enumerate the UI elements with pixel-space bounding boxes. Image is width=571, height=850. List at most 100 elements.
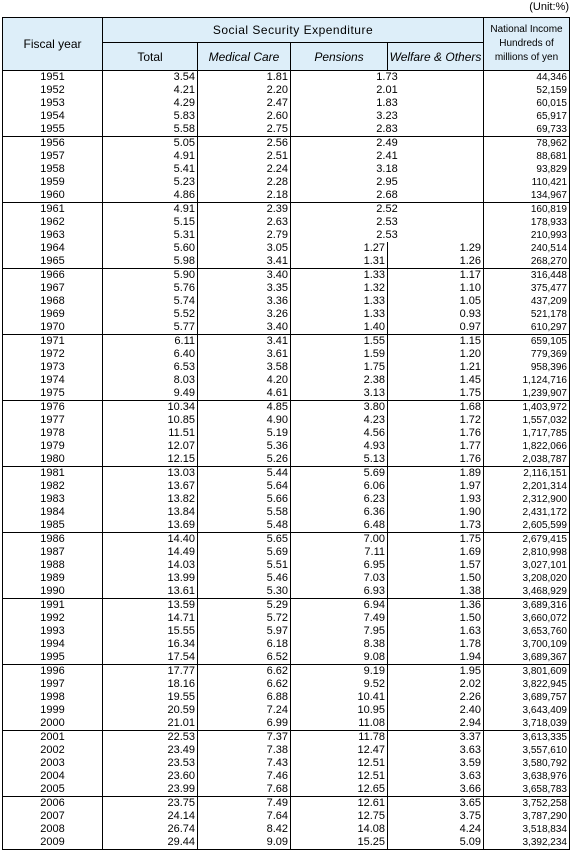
cell-medical-care: 7.68 <box>197 783 291 797</box>
cell-welfare-others: 1.50 <box>387 612 484 625</box>
cell-national-income: 1,717,785 <box>483 427 570 440</box>
cell-welfare-others: 1.90 <box>387 506 484 519</box>
cell-fiscal-year: 1973 <box>2 361 103 374</box>
cell-total: 4.29 <box>102 97 198 110</box>
cell-medical-care: 4.61 <box>197 387 291 401</box>
cell-medical-care: 3.40 <box>197 268 291 282</box>
cell-total: 5.90 <box>102 268 198 282</box>
cell-fiscal-year: 2000 <box>2 717 103 731</box>
cell-national-income: 2,038,787 <box>483 453 570 467</box>
table-row: 1990 13.61 5.30 6.93 1.38 3,468,929 <box>2 585 570 599</box>
cell-fiscal-year: 2006 <box>2 796 103 810</box>
cell-welfare-others: 3.63 <box>387 770 484 783</box>
cell-total: 24.14 <box>102 810 198 823</box>
cell-national-income: 2,312,900 <box>483 493 570 506</box>
cell-fiscal-year: 1976 <box>2 400 103 414</box>
cell-national-income: 1,239,907 <box>483 387 570 401</box>
cell-fiscal-year: 1969 <box>2 308 103 321</box>
cell-medical-care: 7.46 <box>197 770 291 783</box>
cell-total: 3.54 <box>102 70 198 84</box>
cell-pensions: 4.56 <box>290 427 388 440</box>
cell-welfare-others: 1.72 <box>387 414 484 427</box>
table-row: 2005 23.99 7.68 12.65 3.66 3,658,783 <box>2 783 570 797</box>
cell-medical-care: 5.26 <box>197 453 291 467</box>
cell-total: 5.83 <box>102 110 198 123</box>
cell-welfare-others: 1.36 <box>387 598 484 612</box>
table-row: 2001 22.53 7.37 11.78 3.37 3,613,335 <box>2 730 570 744</box>
cell-fiscal-year: 1994 <box>2 638 103 651</box>
cell-medical-care: 4.20 <box>197 374 291 387</box>
table-row: 1977 10.85 4.90 4.23 1.72 1,557,032 <box>2 414 570 427</box>
cell-fiscal-year: 1965 <box>2 255 103 269</box>
cell-total: 15.55 <box>102 625 198 638</box>
cell-medical-care: 5.64 <box>197 480 291 493</box>
cell-national-income: 3,027,101 <box>483 559 570 572</box>
cell-fiscal-year: 2001 <box>2 730 103 744</box>
cell-fiscal-year: 2004 <box>2 770 103 783</box>
cell-national-income: 2,201,314 <box>483 480 570 493</box>
cell-total: 5.15 <box>102 216 198 229</box>
cell-medical-care: 4.85 <box>197 400 291 414</box>
cell-fiscal-year: 1998 <box>2 691 103 704</box>
cell-medical-care: 7.49 <box>197 796 291 810</box>
cell-pensions: 4.23 <box>290 414 388 427</box>
cell-national-income: 78,962 <box>483 136 570 150</box>
cell-national-income: 210,993 <box>483 229 570 242</box>
table-row: 1981 13.03 5.44 5.69 1.89 2,116,151 <box>2 466 570 480</box>
cell-medical-care: 2.47 <box>197 97 291 110</box>
cell-total: 17.54 <box>102 651 198 665</box>
table-row: 1962 5.15 2.63 2.53 178,933 <box>2 216 570 229</box>
cell-total: 5.98 <box>102 255 198 269</box>
table-row: 1970 5.77 3.40 1.40 0.97 610,297 <box>2 321 570 335</box>
cell-welfare-others: 1.93 <box>387 493 484 506</box>
cell-welfare-others: 3.66 <box>387 783 484 797</box>
cell-welfare-others: 3.65 <box>387 796 484 810</box>
cell-total: 6.53 <box>102 361 198 374</box>
cell-fiscal-year: 1959 <box>2 176 103 189</box>
cell-fiscal-year: 2005 <box>2 783 103 797</box>
cell-national-income: 88,681 <box>483 150 570 163</box>
cell-fiscal-year: 1962 <box>2 216 103 229</box>
cell-fiscal-year: 1995 <box>2 651 103 665</box>
cell-total: 11.51 <box>102 427 198 440</box>
cell-national-income: 268,270 <box>483 255 570 269</box>
cell-fiscal-year: 1961 <box>2 202 103 216</box>
cell-medical-care: 2.28 <box>197 176 291 189</box>
cell-total: 23.49 <box>102 744 198 757</box>
cell-total: 13.69 <box>102 519 198 533</box>
cell-total: 26.74 <box>102 823 198 836</box>
cell-medical-care: 8.42 <box>197 823 291 836</box>
cell-pensions: 1.27 <box>290 242 388 255</box>
cell-pensions: 6.93 <box>290 585 388 599</box>
header-total: Total <box>102 42 198 71</box>
cell-welfare-others: 1.29 <box>387 242 484 255</box>
table-row: 1964 5.60 3.05 1.27 1.29 240,514 <box>2 242 570 255</box>
table-row: 1984 13.84 5.58 6.36 1.90 2,431,172 <box>2 506 570 519</box>
cell-total: 23.99 <box>102 783 198 797</box>
cell-national-income: 3,689,367 <box>483 651 570 665</box>
cell-pensions: 5.13 <box>290 453 388 467</box>
cell-welfare-others: 1.97 <box>387 480 484 493</box>
cell-national-income: 437,209 <box>483 295 570 308</box>
cell-national-income: 3,689,316 <box>483 598 570 612</box>
cell-pensions-welfare-combined: 2.83 <box>290 123 484 137</box>
cell-medical-care: 3.40 <box>197 321 291 335</box>
header-pensions: Pensions <box>290 42 388 71</box>
cell-total: 18.16 <box>102 678 198 691</box>
cell-national-income: 60,015 <box>483 97 570 110</box>
cell-pensions: 12.51 <box>290 770 388 783</box>
cell-total: 13.61 <box>102 585 198 599</box>
cell-welfare-others: 1.89 <box>387 466 484 480</box>
cell-national-income: 779,369 <box>483 348 570 361</box>
cell-national-income: 2,431,172 <box>483 506 570 519</box>
cell-total: 14.03 <box>102 559 198 572</box>
table-row: 1985 13.69 5.48 6.48 1.73 2,605,599 <box>2 519 570 533</box>
cell-welfare-others: 1.15 <box>387 334 484 348</box>
cell-pensions-welfare-combined: 2.53 <box>290 229 484 242</box>
cell-pensions: 12.75 <box>290 810 388 823</box>
table-row: 1976 10.34 4.85 3.80 1.68 1,403,972 <box>2 400 570 414</box>
cell-medical-care: 5.97 <box>197 625 291 638</box>
table-row: 1971 6.11 3.41 1.55 1.15 659,105 <box>2 334 570 348</box>
cell-welfare-others: 2.40 <box>387 704 484 717</box>
cell-fiscal-year: 1968 <box>2 295 103 308</box>
